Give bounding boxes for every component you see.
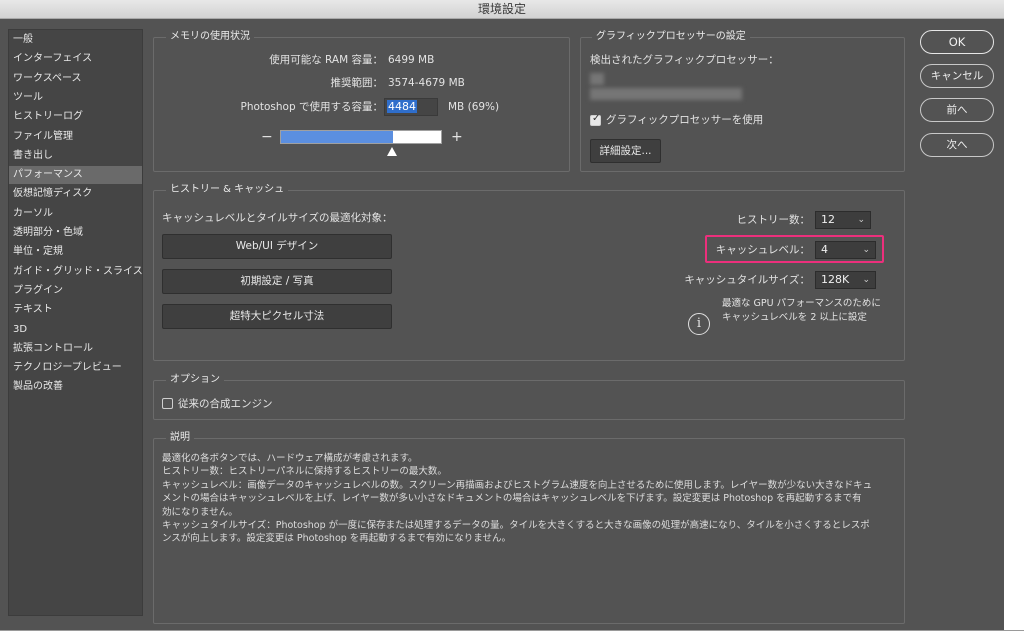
description-line: メントの場合はキャッシュレベルを上げ、レイヤー数が多い小さなドキュメントの場合は… bbox=[162, 493, 862, 505]
memory-value-selection: 4484 bbox=[387, 100, 417, 113]
sidebar-item[interactable]: カーソル bbox=[9, 205, 142, 223]
use-gpu-checkbox[interactable] bbox=[590, 113, 601, 126]
window-bottom-edge bbox=[0, 630, 1024, 636]
cache-tile-size-dropdown[interactable]: 128K ⌄ bbox=[815, 271, 876, 289]
ok-button[interactable]: OK bbox=[920, 30, 994, 54]
description-line: キャッシュレベル：画像データのキャッシュレベルの数。スクリーン再描画およびヒスト… bbox=[162, 479, 873, 491]
memory-decrease-button[interactable]: − bbox=[261, 130, 273, 144]
cache-tile-size-value: 128K bbox=[821, 273, 850, 286]
chevron-down-icon: ⌄ bbox=[862, 275, 870, 285]
legacy-compositing-checkbox[interactable] bbox=[162, 398, 173, 409]
memory-slider-fill bbox=[281, 131, 393, 143]
sidebar-item[interactable]: インターフェイス bbox=[9, 50, 142, 68]
description-line: ンスが向上します。設定変更は Photoshop を再起動するまで有効になりませ… bbox=[162, 533, 512, 545]
history-states-label: ヒストリー数： bbox=[736, 214, 811, 226]
cache-level-highlight bbox=[705, 235, 884, 263]
photoshop-memory-label: Photoshop で使用する容量： bbox=[240, 101, 383, 113]
gpu-name-redacted bbox=[590, 73, 604, 85]
recommended-range-value: 3574-4679 MB bbox=[388, 77, 465, 89]
photoshop-memory-unit: MB (69%) bbox=[448, 101, 500, 113]
cache-optimize-label: キャッシュレベルとタイルサイズの最適化対象： bbox=[162, 212, 393, 224]
detected-gpu-label: 検出されたグラフィックプロセッサー： bbox=[590, 54, 779, 66]
history-cache-title: ヒストリー & キャッシュ bbox=[166, 183, 289, 197]
memory-slider[interactable] bbox=[280, 130, 442, 144]
memory-slider-handle[interactable] bbox=[386, 147, 397, 156]
sidebar-item[interactable]: 書き出し bbox=[9, 147, 142, 165]
sidebar-item[interactable]: テキスト bbox=[9, 301, 142, 319]
optimize-web-ui-button[interactable]: Web/UI デザイン bbox=[162, 234, 392, 259]
preferences-window: 環境設定 一般 インターフェイス ワークスペース ツール ヒストリーログ ファイル管理 書き… bbox=[0, 0, 1004, 630]
sidebar-item[interactable]: ワークスペース bbox=[9, 70, 142, 88]
gpu-cache-hint-line1: 最適な GPU パフォーマンスのために bbox=[722, 298, 881, 309]
recommended-range-label: 推奨範囲： bbox=[330, 77, 384, 89]
sidebar-item[interactable]: ファイル管理 bbox=[9, 128, 142, 146]
sidebar-item[interactable]: 一般 bbox=[9, 31, 142, 49]
sidebar-item[interactable]: プラグイン bbox=[9, 282, 142, 300]
description-line: ヒストリー数：ヒストリーパネルに保持するヒストリーの最大数。 bbox=[162, 466, 447, 478]
cache-tile-size-label: キャッシュタイルサイズ： bbox=[684, 274, 810, 286]
gpu-cache-hint-line2: キャッシュレベルを 2 以上に設定 bbox=[722, 312, 867, 323]
available-ram-label: 使用可能な RAM 容量： bbox=[269, 54, 383, 66]
gpu-advanced-settings-button[interactable]: 詳細設定... bbox=[590, 139, 661, 163]
legacy-compositing-label: 従来の合成エンジン bbox=[178, 398, 273, 410]
gpu-name-redacted-2 bbox=[590, 88, 742, 100]
sidebar-item[interactable]: 3D bbox=[9, 321, 142, 339]
options-title: オプション bbox=[166, 373, 224, 387]
photoshop-memory-input[interactable]: 4484 bbox=[384, 98, 438, 116]
cancel-button[interactable]: キャンセル bbox=[920, 64, 994, 88]
info-icon: i bbox=[688, 313, 710, 335]
description-line: 最適化の各ボタンでは、ハードウェア構成が考慮されます。 bbox=[162, 453, 418, 464]
sidebar-item[interactable]: テクノロジープレビュー bbox=[9, 359, 142, 377]
sidebar-item[interactable]: 透明部分・色域 bbox=[9, 224, 142, 242]
history-states-dropdown[interactable]: 12 ⌄ bbox=[815, 211, 871, 229]
sidebar-item[interactable]: ヒストリーログ bbox=[9, 108, 142, 126]
sidebar-item[interactable]: 拡張コントロール bbox=[9, 340, 142, 358]
sidebar-item[interactable]: ガイド・グリッド・スライス bbox=[9, 263, 143, 281]
memory-increase-button[interactable]: + bbox=[451, 130, 463, 144]
optimize-huge-pixel-button[interactable]: 超特大ピクセル寸法 bbox=[162, 304, 392, 329]
sidebar-item[interactable]: 製品の改善 bbox=[9, 378, 142, 396]
history-states-value: 12 bbox=[821, 213, 835, 226]
next-button[interactable]: 次へ bbox=[920, 133, 994, 157]
sidebar-item[interactable]: 単位・定規 bbox=[9, 243, 142, 261]
window-title: 環境設定 bbox=[0, 0, 1004, 19]
available-ram-value: 6499 MB bbox=[388, 54, 435, 66]
optimize-default-photo-button[interactable]: 初期設定 / 写真 bbox=[162, 269, 392, 294]
sidebar: 一般 インターフェイス ワークスペース ツール ヒストリーログ ファイル管理 書き出し パフォ… bbox=[8, 29, 143, 616]
sidebar-item[interactable]: 仮想記憶ディスク bbox=[9, 185, 142, 203]
description-line: 効になりません。 bbox=[162, 506, 238, 518]
description-line: キャッシュタイルサイズ：Photoshop が一度に保存または処理するデータの量… bbox=[162, 520, 870, 531]
sidebar-item[interactable]: パフォーマンス bbox=[9, 166, 142, 185]
memory-usage-title: メモリの使用状況 bbox=[166, 30, 254, 44]
use-gpu-label: グラフィックプロセッサーを使用 bbox=[606, 114, 764, 126]
gpu-settings-title: グラフィックプロセッサーの設定 bbox=[592, 30, 750, 44]
chevron-down-icon: ⌄ bbox=[857, 215, 865, 225]
sidebar-item[interactable]: ツール bbox=[9, 89, 142, 107]
description-title: 説明 bbox=[166, 431, 194, 445]
previous-button[interactable]: 前へ bbox=[920, 98, 994, 122]
